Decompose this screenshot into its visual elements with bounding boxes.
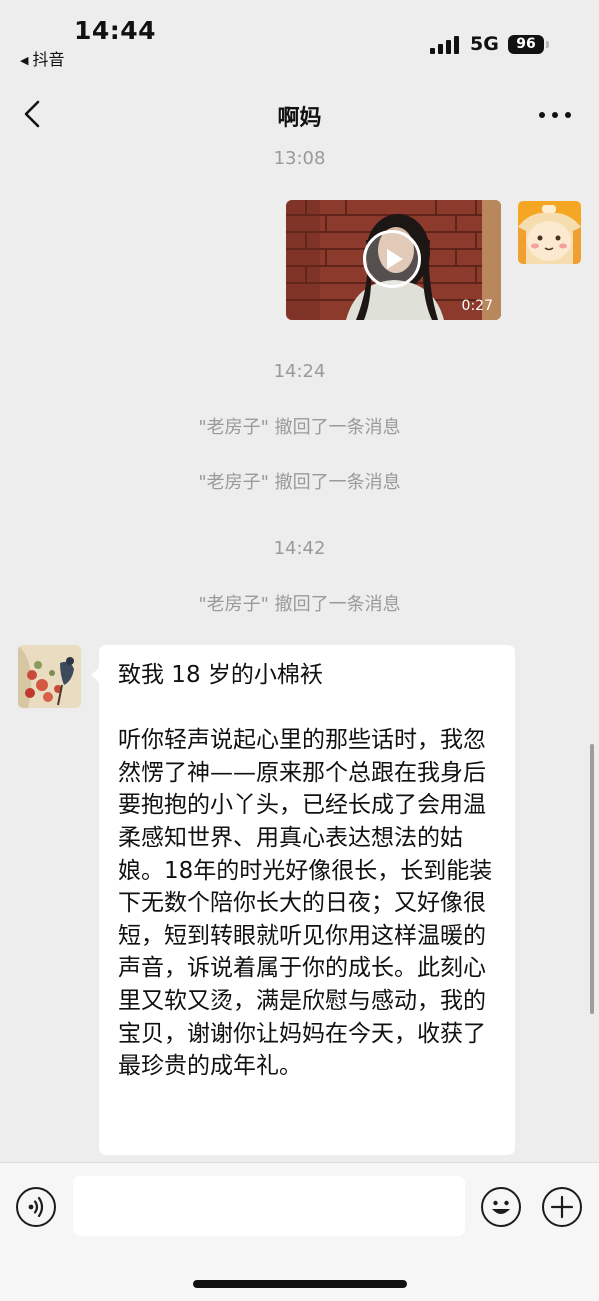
- battery-tip: [546, 41, 549, 48]
- back-to-app-link[interactable]: ◀ 抖音: [20, 46, 64, 70]
- timestamp: 14:24: [273, 361, 326, 382]
- home-indicator[interactable]: [193, 1280, 407, 1288]
- voice-icon: [28, 1196, 44, 1218]
- back-triangle-icon: ◀: [20, 54, 29, 67]
- video-duration: 0:27: [461, 298, 493, 314]
- battery-level: 96: [516, 36, 536, 52]
- more-options-button[interactable]: [537, 98, 577, 128]
- bubble-tail: [91, 667, 100, 683]
- scroll-indicator[interactable]: [590, 744, 594, 1014]
- network-type: 5G: [470, 33, 499, 55]
- message-bubble[interactable]: 致我 18 岁的小棉袄 听你轻声说起心里的那些话时，我忽然愣了神——原来那个总跟…: [91, 645, 515, 1155]
- input-bar: [0, 1162, 599, 1301]
- status-time: 14:44: [74, 16, 157, 45]
- play-icon: [387, 249, 403, 269]
- message-text: 致我 18 岁的小棉袄 听你轻声说起心里的那些话时，我忽然愣了神——原来那个总跟…: [118, 659, 500, 1083]
- message-input[interactable]: [73, 1176, 465, 1236]
- play-button[interactable]: [363, 230, 421, 288]
- battery-icon: 96: [508, 35, 544, 54]
- plus-icon: [550, 1195, 574, 1219]
- emoji-button[interactable]: [481, 1187, 521, 1227]
- more-dot-icon: [539, 112, 545, 118]
- recall-notice: "老房子" 撤回了一条消息: [198, 472, 401, 493]
- cellular-signal-icon: [430, 36, 462, 54]
- status-bar: 14:44 ◀ 抖音 5G 96: [0, 0, 599, 80]
- my-avatar[interactable]: [518, 201, 581, 264]
- letter-body: 听你轻声说起心里的那些话时，我忽然愣了神——原来那个总跟在我身后要抱抱的小丫头，…: [118, 727, 493, 1080]
- chat-area[interactable]: 13:08 0:27 14:24 "老房子" 撤回了一条消息 "老房子" 撤回了…: [0, 150, 599, 1162]
- avatar-image: [518, 201, 581, 264]
- recall-notice: "老房子" 撤回了一条消息: [198, 594, 401, 615]
- more-functions-button[interactable]: [542, 1187, 582, 1227]
- smiley-icon: [492, 1200, 510, 1214]
- voice-input-button[interactable]: [16, 1187, 56, 1227]
- chat-title: 啊妈: [277, 106, 322, 131]
- nav-bar: 啊妈: [0, 80, 599, 150]
- timestamp: 13:08: [273, 150, 326, 169]
- avatar-image: [18, 645, 81, 708]
- recall-notice: "老房子" 撤回了一条消息: [198, 417, 401, 438]
- back-app-label: 抖音: [32, 50, 65, 69]
- contact-avatar[interactable]: [18, 645, 81, 708]
- timestamp: 14:42: [273, 538, 326, 559]
- video-message[interactable]: 0:27: [286, 200, 501, 320]
- letter-title: 致我 18 岁的小棉袄: [118, 662, 323, 688]
- more-dot-icon: [552, 112, 558, 118]
- more-dot-icon: [565, 112, 571, 118]
